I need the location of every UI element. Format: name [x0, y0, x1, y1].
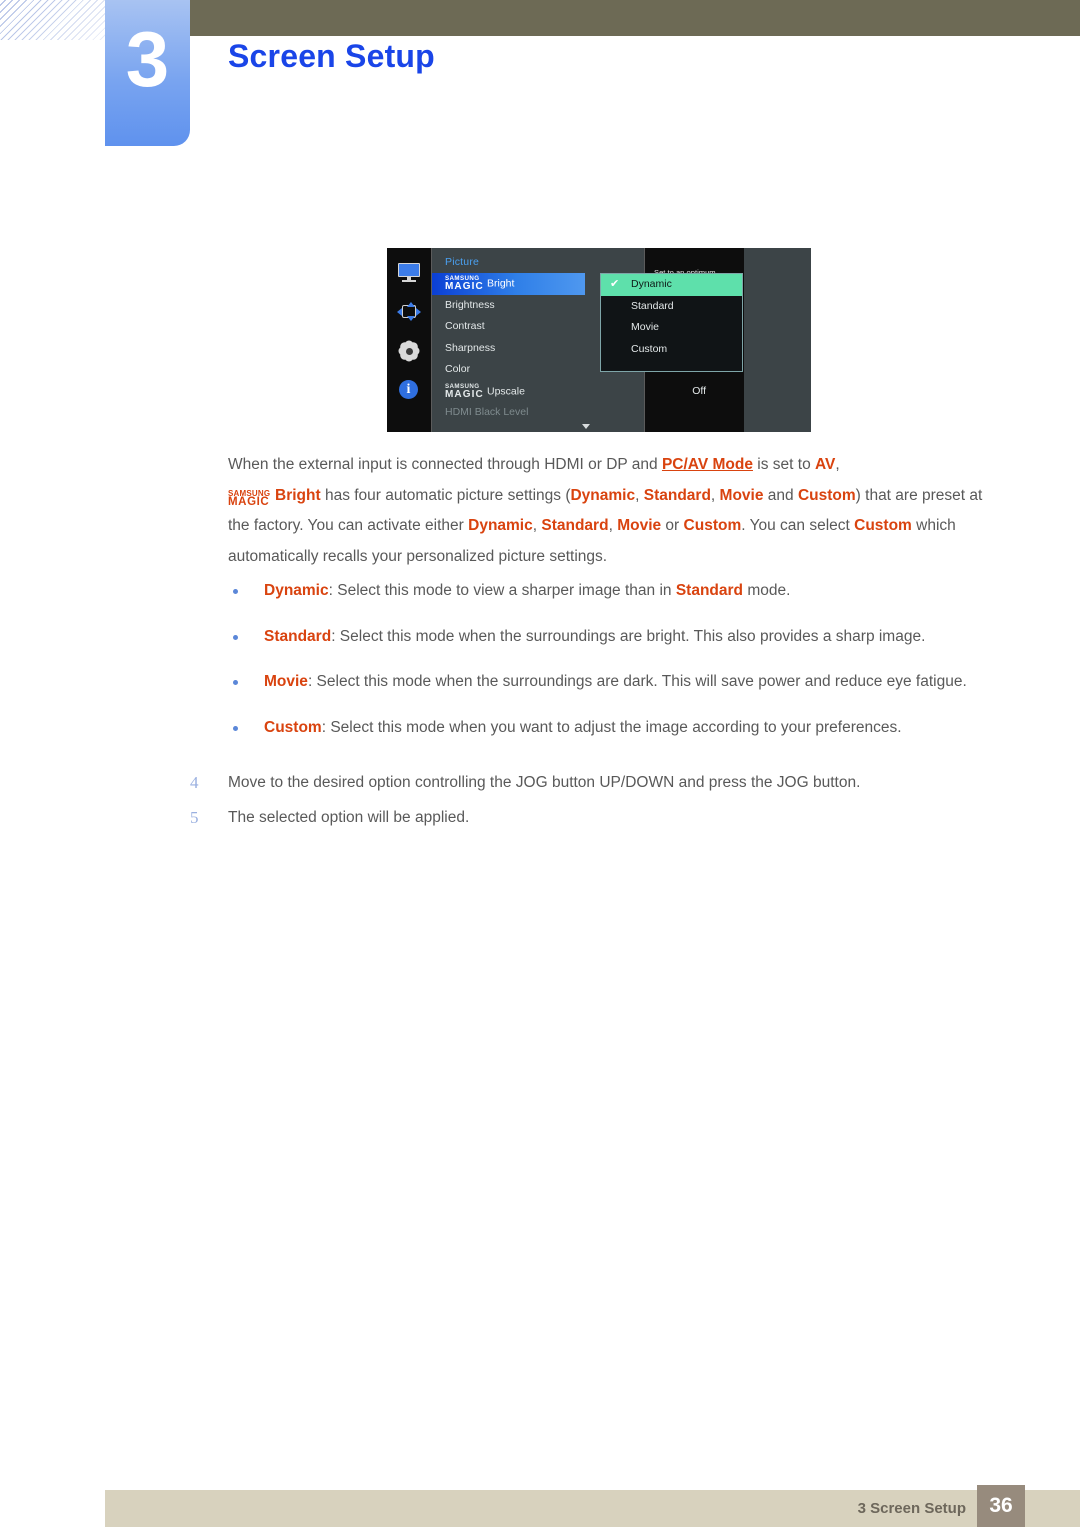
numbered-steps: 4 Move to the desired option controlling… — [190, 768, 1006, 838]
emphasis-bright: Bright — [275, 486, 321, 504]
osd-item-label: Sharpness — [445, 341, 496, 354]
emphasis-av: AV — [815, 456, 836, 473]
osd-option-movie[interactable]: Movie — [601, 317, 742, 339]
osd-item-value: Off — [692, 384, 706, 397]
osd-item-label: Brightness — [445, 298, 495, 311]
emphasis-custom: Custom — [797, 486, 856, 504]
magic-logo-bottom: MAGIC — [228, 495, 270, 508]
emphasis-movie: Movie — [617, 517, 662, 534]
emphasis-dynamic: Dynamic — [468, 517, 533, 534]
osd-option-popup: ✔ Dynamic Standard Movie Custom — [600, 273, 743, 372]
osd-option-dynamic[interactable]: ✔ Dynamic — [601, 274, 742, 296]
osd-item-label: HDMI Black Level — [445, 406, 529, 418]
paragraph-text: or — [661, 517, 684, 534]
osd-item-label: Bright — [487, 277, 515, 290]
gear-icon[interactable] — [397, 340, 421, 362]
osd-item-hdmi-black-level[interactable]: HDMI Black Level — [432, 402, 644, 424]
step-number: 4 — [190, 773, 199, 792]
monitor-icon[interactable] — [397, 262, 421, 284]
osd-item-label: Color — [445, 363, 471, 375]
osd-item-magicbright[interactable]: SAMSUNG MAGIC Bright — [432, 273, 585, 295]
bullet-text: : Select this mode to view a sharper ima… — [328, 582, 676, 599]
emphasis-movie: Movie — [719, 486, 764, 504]
magic-logo-bottom: MAGIC — [445, 388, 484, 400]
bullet-term: Movie — [264, 673, 308, 690]
paragraph-text: , — [608, 517, 618, 534]
bullet-term: Custom — [264, 718, 322, 736]
osd-item-label: Upscale — [487, 384, 525, 397]
samsung-magic-logo-inline: SAMSUNG MAGIC — [228, 485, 275, 508]
osd-item-magicupscale[interactable]: SAMSUNG MAGIC Upscale Off — [432, 381, 706, 403]
paragraph-text: When the external input is connected thr… — [228, 456, 662, 473]
bullet-text: mode. — [743, 582, 791, 599]
step-item: 4 Move to the desired option controlling… — [190, 768, 1006, 797]
bullet-text: : Select this mode when the surroundings… — [307, 673, 967, 690]
list-item: Standard: Select this mode when the surr… — [228, 622, 1006, 653]
manual-page: 3 Screen Setup i Picture SAMSUNG MAGIC B… — [0, 0, 1080, 1527]
mode-description-list: Dynamic: Select this mode to view a shar… — [228, 576, 1006, 758]
emphasis-custom: Custom — [683, 517, 742, 534]
bullet-term: Dynamic — [264, 582, 329, 599]
osd-option-custom[interactable]: Custom — [601, 339, 742, 361]
osd-menu-title: Picture — [445, 256, 480, 268]
check-icon: ✔ — [610, 278, 620, 290]
chapter-number: 3 — [125, 15, 170, 103]
intro-paragraph: When the external input is connected thr… — [228, 450, 1006, 572]
emphasis-dynamic: Dynamic — [570, 486, 636, 504]
paragraph-text: , — [710, 486, 720, 504]
paragraph-text: . You can select — [741, 517, 855, 534]
info-icon[interactable]: i — [397, 379, 421, 401]
bullet-term-ref: Standard — [675, 582, 744, 599]
osd-option-label: Custom — [631, 342, 668, 355]
step-item: 5 The selected option will be applied. — [190, 803, 1006, 832]
footer-chapter-label: 3 Screen Setup — [857, 1500, 966, 1517]
samsung-magic-logo: SAMSUNG MAGIC — [445, 273, 487, 294]
step-text: Move to the desired option controlling t… — [228, 774, 861, 791]
list-item: Custom: Select this mode when you want t… — [228, 713, 1006, 744]
emphasis-standard: Standard — [643, 486, 711, 504]
emphasis-custom: Custom — [854, 517, 912, 534]
step-text: The selected option will be applied. — [228, 809, 470, 826]
paragraph-text: , — [835, 456, 840, 473]
bullet-text: : Select this mode when the surroundings… — [331, 627, 926, 645]
osd-menu-figure: i Picture SAMSUNG MAGIC Bright Brightnes… — [387, 248, 811, 432]
list-item: Movie: Select this mode when the surroun… — [228, 667, 1006, 698]
osd-option-standard[interactable]: Standard — [601, 296, 742, 318]
osd-icon-sidebar: i — [387, 248, 432, 432]
resize-icon[interactable] — [397, 301, 421, 323]
osd-item-label: Contrast — [445, 320, 485, 332]
header-olive-bar — [190, 0, 1080, 36]
magic-logo-bottom: MAGIC — [445, 281, 484, 292]
samsung-magic-logo: SAMSUNG MAGIC — [445, 381, 487, 402]
osd-option-label: Standard — [631, 299, 674, 312]
chevron-down-icon[interactable] — [582, 424, 590, 429]
paragraph-text: has four automatic picture settings ( — [320, 486, 571, 504]
chapter-tab: 3 — [105, 0, 190, 146]
pcav-mode-link[interactable]: PC/AV Mode — [662, 456, 753, 473]
step-number: 5 — [190, 808, 199, 827]
list-item: Dynamic: Select this mode to view a shar… — [228, 576, 1006, 607]
bullet-term: Standard — [264, 627, 332, 645]
paragraph-text: , — [635, 486, 644, 504]
paragraph-text: is set to — [752, 456, 815, 473]
page-title: Screen Setup — [228, 38, 435, 74]
osd-option-label: Movie — [631, 321, 660, 333]
osd-option-label: Dynamic — [631, 278, 672, 290]
bullet-text: : Select this mode when you want to adju… — [321, 718, 902, 736]
page-number-badge: 36 — [977, 1485, 1025, 1527]
osd-main-panel: Picture SAMSUNG MAGIC Bright Brightness … — [432, 248, 811, 432]
emphasis-standard: Standard — [541, 517, 609, 534]
paragraph-text: and — [763, 486, 798, 504]
